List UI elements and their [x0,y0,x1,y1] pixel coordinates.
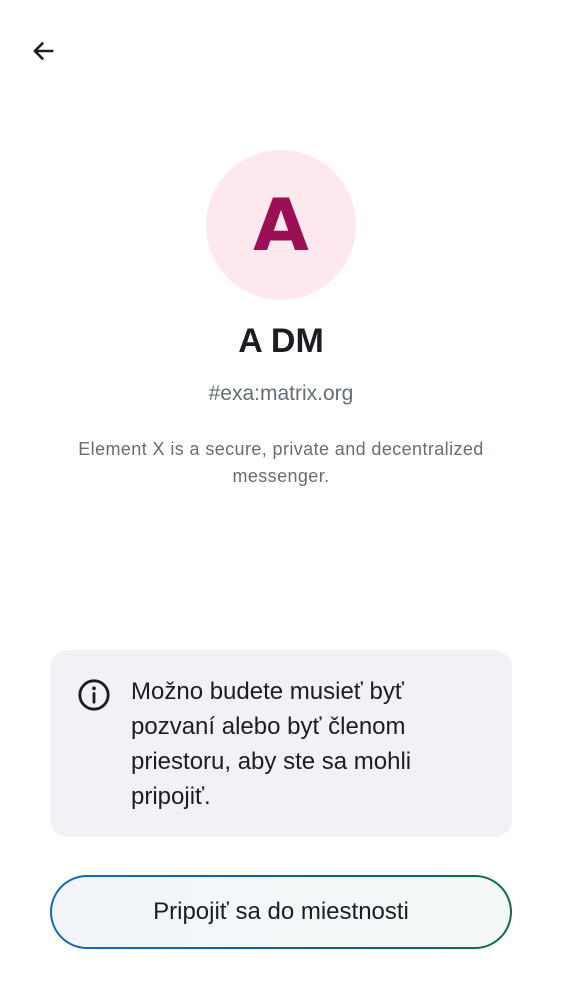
room-topic: Element X is a secure, private and decen… [78,439,484,486]
notice-text: Možno budete musieť byť pozvaní alebo by… [131,678,412,810]
join-room-button[interactable]: Pripojiť sa do miestnosti [50,875,512,949]
join-room-button-label: Pripojiť sa do miestnosti [153,898,409,925]
join-notice-card: Možno budete musieť byť pozvaní alebo by… [50,650,512,837]
room-name: A DM [238,322,324,360]
arrow-left-icon [33,42,54,60]
back-button[interactable] [20,28,66,74]
room-avatar: A [206,150,356,300]
room-alias: #exa:matrix.org [208,382,354,405]
info-icon [78,679,110,711]
avatar-initial: A [253,183,309,267]
